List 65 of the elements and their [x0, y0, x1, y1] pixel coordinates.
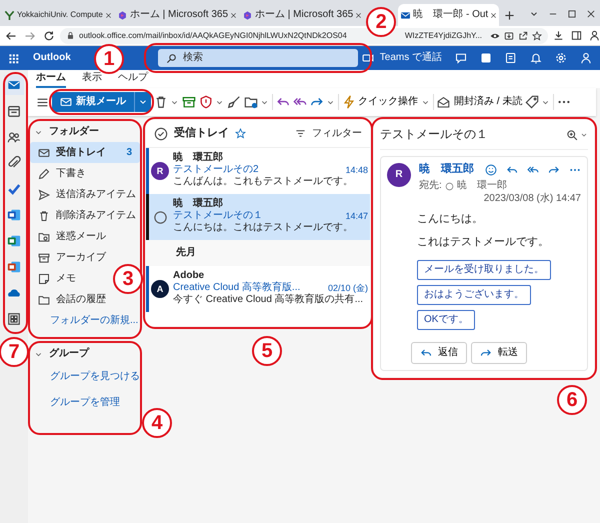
- folder-item[interactable]: 受信トレイ 3: [30, 142, 140, 163]
- avatar: R: [151, 162, 169, 180]
- message-preview: 今すぐ Creative Cloud 高等教育版の共有...: [173, 294, 364, 305]
- message-item[interactable]: A Adobe Creative Cloud 高等教育版... 02/10 (金) 今すぐ Creative Cloud 高等教育版の共有...: [146, 266, 370, 312]
- forward-button[interactable]: 転送: [471, 342, 527, 364]
- avatar: A: [151, 280, 169, 298]
- ribbon-tab[interactable]: ヘルプ: [118, 72, 148, 88]
- message-time: 02/10 (金): [328, 282, 368, 294]
- browser-tab[interactable]: ホーム | Microsoft 365: [240, 4, 364, 26]
- message-subject: テストメールその2: [173, 164, 259, 176]
- list-title: 受信トレイ: [174, 126, 229, 140]
- filter-button[interactable]: フィルター: [295, 128, 362, 140]
- address-bar[interactable]: outlook.office.com/mail/inbox/id/AAQkAGEyNGI0NjhlLWUxN2QtNDk2OS04 WIzZTE4YjdiZGJhY...: [60, 28, 548, 44]
- folder-item[interactable]: 削除済みアイテム: [30, 205, 139, 226]
- group-link[interactable]: グループを管理: [50, 397, 120, 409]
- message-time: 14:48: [345, 164, 368, 176]
- sender-name: 暁 環五郎: [173, 198, 223, 209]
- browser-tab[interactable]: 暁 環一郎 - Out: [398, 4, 500, 26]
- teams-call-button[interactable]: Teams で通話: [362, 52, 442, 64]
- sender-name: 暁 環五郎: [173, 152, 223, 163]
- folder-item[interactable]: 迷惑メール: [30, 226, 109, 247]
- folder-group-header[interactable]: フォルダー: [30, 122, 140, 142]
- body-text: こんにちは。: [417, 213, 484, 226]
- message-time: 14:47: [345, 210, 368, 222]
- message-preview: こんにちは。これはテストメールです。: [173, 222, 353, 233]
- browser-tab[interactable]: ホーム | Microsoft 365: [114, 4, 240, 26]
- folder-item[interactable]: アーカイブ: [30, 247, 109, 268]
- sender-name: Adobe: [173, 270, 204, 281]
- folder-item[interactable]: メモ: [30, 268, 79, 289]
- annotation-number: 6: [557, 384, 587, 415]
- annotation-number: 3: [113, 264, 143, 294]
- avatar: R: [387, 163, 411, 187]
- message-preview: こんばんは。これもテストメールです。: [173, 176, 353, 187]
- search-field[interactable]: 検索: [158, 49, 358, 67]
- sender-name[interactable]: 暁 環五郎: [419, 163, 474, 176]
- reply-button[interactable]: 返信: [411, 342, 467, 364]
- folder-item[interactable]: 下書き: [30, 163, 89, 184]
- suggested-reply-button[interactable]: おはようございます。: [417, 284, 531, 305]
- body-text: これはテストメールです。: [417, 236, 550, 250]
- quick-steps-button[interactable]: クイック操作: [342, 95, 418, 109]
- folder-item[interactable]: 会話の履歴: [30, 289, 109, 310]
- folder-group-header[interactable]: グループ: [30, 344, 140, 364]
- url-text: WIzZTE4YjdiZGJhY...: [404, 30, 482, 40]
- message-subject: テストメールその１: [173, 210, 263, 222]
- suggested-reply-button[interactable]: メールを受け取りました。: [417, 260, 551, 280]
- url-text: outlook.office.com/mail/inbox/id/AAQkAGEyNGI0NjhlLWUxN2QtNDk2OS04: [79, 30, 347, 40]
- folder-item[interactable]: 送信済みアイテム: [30, 184, 139, 205]
- new-folder-link[interactable]: フォルダーの新規...: [50, 315, 138, 327]
- annotation-number: 5: [252, 336, 282, 366]
- annotation-number: 4: [142, 408, 172, 438]
- suggested-reply-button[interactable]: OKです。: [417, 310, 476, 330]
- email-subject: テストメールその１: [380, 127, 488, 142]
- message-date: 2023/03/08 (水) 14:47: [484, 193, 581, 206]
- browser-tab[interactable]: YokkaichiUniv. Compute: [2, 4, 114, 26]
- app-name[interactable]: Outlook: [33, 52, 71, 64]
- unread-count: 3: [125, 146, 132, 158]
- message-subject: Creative Cloud 高等教育版...: [173, 282, 300, 294]
- message-item[interactable]: 暁 環五郎 テストメールその１ 14:47 こんにちは。これはテストメールです。: [146, 194, 370, 240]
- new-mail-button[interactable]: 新規メール: [52, 92, 151, 112]
- read-unread-button[interactable]: 開封済み / 未読: [437, 96, 522, 108]
- recipient-name: 暁 環一郎: [456, 180, 507, 192]
- recipient-label: 宛先:: [419, 180, 442, 192]
- section-heading: 先月: [176, 247, 196, 259]
- ribbon-tab[interactable]: 表示: [82, 72, 102, 88]
- group-link[interactable]: グループを見つける: [50, 371, 140, 383]
